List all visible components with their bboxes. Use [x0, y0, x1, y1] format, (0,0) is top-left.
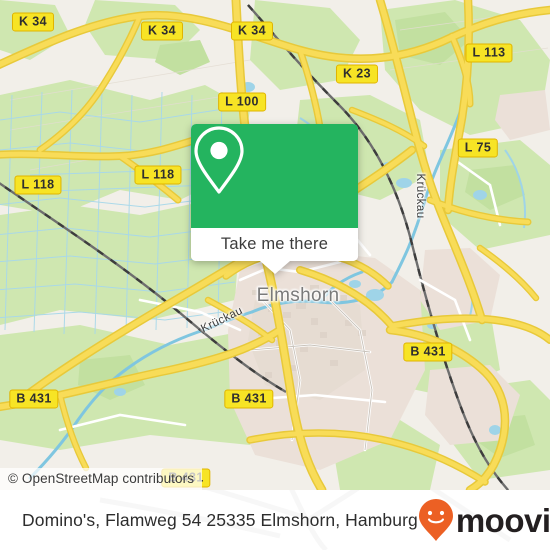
place-label-elmshorn: Elmshorn [256, 285, 340, 306]
moovit-wordmark: moovit [455, 501, 550, 539]
callout-action[interactable]: Take me there [191, 228, 358, 261]
osm-attribution[interactable]: © OpenStreetMap contributors [0, 468, 203, 490]
road-shield-l113[interactable]: L 113 [465, 43, 513, 63]
road-shield-k34-c[interactable]: K 34 [230, 21, 274, 41]
moovit-logo[interactable]: moovit [418, 498, 550, 542]
road-shield-b431-c[interactable]: B 431 [403, 342, 453, 362]
map-canvas[interactable]: Elmshorn Krückau Krückau K 34 K 34 K 34 … [0, 0, 550, 490]
callout-action-label: Take me there [220, 235, 329, 253]
road-shield-k23[interactable]: K 23 [335, 64, 379, 84]
destination-address: Domino's, Flamweg 54 25335 Elmshorn, Ham… [22, 509, 418, 530]
road-shield-l118-b[interactable]: L 118 [134, 165, 182, 185]
map-screenshot: Elmshorn Krückau Krückau K 34 K 34 K 34 … [0, 0, 550, 550]
water-label-kruckau-north: Krückau [414, 173, 426, 219]
road-shield-k34-a[interactable]: K 34 [11, 12, 55, 32]
road-shield-b431-a[interactable]: B 431 [9, 389, 59, 409]
location-callout-card[interactable]: Take me there [191, 124, 358, 274]
road-shield-l75[interactable]: L 75 [457, 138, 499, 158]
callout-tail [259, 261, 290, 274]
road-shield-l118-a[interactable]: L 118 [14, 175, 62, 195]
callout-body: Take me there [191, 124, 358, 261]
callout-header [191, 124, 358, 228]
moovit-pin-smiley-icon [418, 499, 453, 541]
footer-bar: Domino's, Flamweg 54 25335 Elmshorn, Ham… [0, 490, 550, 550]
map-pin-icon [194, 126, 244, 194]
road-shield-k34-b[interactable]: K 34 [140, 21, 184, 41]
footer-content: Domino's, Flamweg 54 25335 Elmshorn, Ham… [0, 490, 550, 550]
road-shield-l100[interactable]: L 100 [218, 92, 266, 112]
road-shield-b431-b[interactable]: B 431 [224, 389, 274, 409]
